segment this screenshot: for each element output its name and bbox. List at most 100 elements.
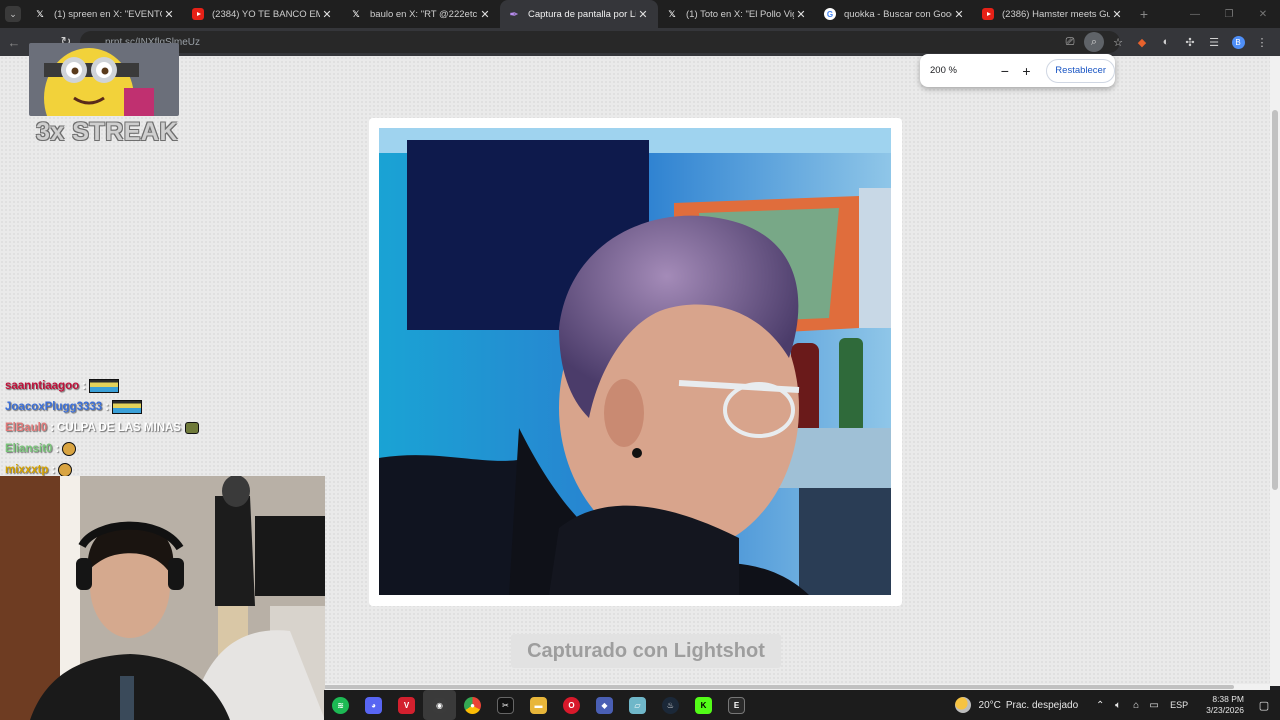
- taskbar-app-11[interactable]: K: [687, 690, 720, 720]
- minion-cartoon-image: [29, 43, 179, 116]
- steam-icon: ♨: [662, 696, 679, 714]
- taskbar-app-10[interactable]: ♨: [654, 690, 687, 720]
- notes-icon: ▱: [629, 696, 646, 714]
- stream-chat: saanntiaagoo : JoacoxPlugg3333 : ElBaul0…: [5, 375, 305, 480]
- speaker-icon[interactable]: 🔈︎: [1110, 700, 1126, 711]
- close-icon[interactable]: ✕: [952, 8, 966, 21]
- menu-kebab-icon[interactable]: ⋮: [1252, 32, 1272, 52]
- windows-taskbar: ≋ ◕ V ◉ ● ✂ ▬ O ◆ ▱ ♨ K E 20°C Prac. des…: [324, 690, 1280, 720]
- tab-strip: ⌄ 𝕏 (1) spreen en X: "EVENTO MUN ✕ (2384…: [0, 0, 1280, 28]
- maximize-icon[interactable]: ❐: [1212, 0, 1246, 28]
- chevron-up-icon[interactable]: ⌃: [1092, 700, 1108, 711]
- scrollbar-thumb[interactable]: [1272, 110, 1278, 490]
- tab-search-button[interactable]: ⌄: [0, 0, 26, 28]
- tab-2[interactable]: 𝕏 baulo en X: "RT @222etc: lo q ✕: [342, 0, 500, 28]
- zoom-in-button[interactable]: +: [1017, 61, 1037, 81]
- tab-1[interactable]: (2384) YO TE BANCO EMILIA - Y ✕: [184, 0, 342, 28]
- vertical-scrollbar[interactable]: [1270, 56, 1280, 686]
- profile-initial-icon: B: [1231, 35, 1245, 49]
- close-icon[interactable]: ✕: [1110, 8, 1124, 21]
- close-icon[interactable]: ✕: [794, 8, 808, 21]
- battery-icon[interactable]: ▭: [1146, 700, 1162, 711]
- arrow-left-icon: ←: [7, 34, 21, 50]
- zoom-reset-button[interactable]: Restablecer: [1046, 58, 1115, 83]
- spotify-icon: ≋: [332, 696, 349, 714]
- capcut-icon: ✂: [497, 696, 514, 714]
- epic-games-icon: E: [728, 696, 745, 714]
- weather-temp[interactable]: 20°C: [979, 700, 1001, 711]
- clock-time: 8:38 PM: [1212, 694, 1244, 704]
- obs-icon: ◉: [431, 696, 448, 714]
- taskbar-app-5[interactable]: ✂: [489, 690, 522, 720]
- streak-label: 3x STREAK: [36, 118, 179, 146]
- close-icon[interactable]: ✕: [478, 8, 492, 21]
- bookmark-star-icon[interactable]: ☆: [1108, 32, 1128, 52]
- tab-5[interactable]: G quokka - Buscar con Google ✕: [816, 0, 974, 28]
- clock[interactable]: 8:38 PM 3/23/2026: [1206, 694, 1244, 716]
- zoom-icon[interactable]: ⌕: [1084, 32, 1104, 52]
- taskbar-app-3[interactable]: ◉: [423, 690, 456, 720]
- streamer-facecam: [0, 476, 325, 720]
- taskbar-app-7[interactable]: O: [555, 690, 588, 720]
- chat-message: Eliansit0 :: [5, 438, 305, 459]
- extension-fox-icon[interactable]: ◆: [1132, 32, 1152, 52]
- taskbar-app-2[interactable]: V: [390, 690, 423, 720]
- clock-date: 3/23/2026: [1206, 705, 1244, 715]
- tab-0[interactable]: 𝕏 (1) spreen en X: "EVENTO MUN ✕: [26, 0, 184, 28]
- chat-separator: :: [55, 442, 60, 455]
- face-emote-icon: [58, 462, 73, 477]
- screenshot-image[interactable]: [379, 128, 891, 595]
- extension-icon[interactable]: ◐: [1156, 32, 1176, 52]
- taskbar-app-6[interactable]: ▬: [522, 690, 555, 720]
- profile-avatar[interactable]: B: [1228, 32, 1248, 52]
- sunglasses-emote-icon: [184, 421, 199, 434]
- close-icon[interactable]: ✕: [162, 8, 176, 21]
- tab-3-active[interactable]: ✒ Captura de pantalla por Lightsh ✕: [500, 0, 658, 28]
- scrollbar-thumb[interactable]: [324, 685, 1234, 689]
- youtube-icon: [982, 8, 994, 20]
- taskbar-app-1[interactable]: ◕: [357, 690, 390, 720]
- chat-message: ElBaul0 : CULPA DE LAS MINAS: [5, 417, 305, 438]
- minimize-icon[interactable]: —: [1178, 0, 1212, 28]
- media-queue-icon[interactable]: ☰: [1204, 32, 1224, 52]
- chat-username: mixxxtp: [5, 463, 49, 476]
- close-icon[interactable]: ✕: [636, 8, 650, 21]
- taskbar-app-12[interactable]: E: [720, 690, 753, 720]
- taskbar-app-4[interactable]: ●: [456, 690, 489, 720]
- webcam-frame-image: [379, 128, 891, 595]
- tab-title: (1) Toto en X: "El Pollo Vignolo: [686, 8, 794, 20]
- tab-4[interactable]: 𝕏 (1) Toto en X: "El Pollo Vignolo ✕: [658, 0, 816, 28]
- discord-icon: ◕: [365, 696, 382, 714]
- address-bar[interactable]: prnt.sc/INXflgSlmeUz: [80, 31, 1120, 53]
- x-logo-icon: 𝕏: [36, 8, 44, 19]
- close-window-icon[interactable]: ✕: [1246, 0, 1280, 28]
- install-app-icon[interactable]: ⎚: [1060, 32, 1080, 52]
- close-icon[interactable]: ✕: [320, 8, 334, 21]
- toolbar-actions: ⎚ ⌕ ☆ ◆ ◐ ✣ ☰ B ⋮: [1060, 28, 1272, 56]
- chat-separator: :: [105, 400, 109, 413]
- taskbar-app-9[interactable]: ▱: [621, 690, 654, 720]
- weather-desc[interactable]: Prac. despejado: [1006, 700, 1078, 711]
- google-icon: G: [824, 8, 836, 20]
- chat-separator: :: [51, 463, 56, 476]
- puzzle-extensions-icon[interactable]: ✣: [1180, 32, 1200, 52]
- notification-icon[interactable]: ▢: [1254, 699, 1274, 712]
- back-button[interactable]: ←: [2, 30, 26, 54]
- lightshot-caption: Capturado con Lightshot: [511, 634, 781, 668]
- taskbar-app-8[interactable]: ◆: [588, 690, 621, 720]
- tab-6[interactable]: (2386) Hamster meets Guinea P ✕: [974, 0, 1132, 28]
- chat-separator: :: [50, 421, 55, 434]
- zoom-popup: 200 % − + Restablecer: [920, 54, 1115, 87]
- new-tab-button[interactable]: +: [1132, 6, 1156, 22]
- network-icon[interactable]: ⌂: [1128, 700, 1144, 711]
- taskbar-app-0[interactable]: ≋: [324, 690, 357, 720]
- streak-video-overlay: [29, 43, 179, 116]
- screenshot-frame: [369, 118, 902, 606]
- browser-toolbar: ← → ↻ prnt.sc/INXflgSlmeUz ⎚ ⌕ ☆ ◆ ◐ ✣ ☰…: [0, 28, 1280, 56]
- weather-sun-icon[interactable]: [954, 697, 971, 713]
- zoom-out-button[interactable]: −: [995, 61, 1015, 81]
- language-indicator[interactable]: ESP: [1170, 700, 1188, 710]
- x-logo-icon: 𝕏: [668, 8, 676, 19]
- window-controls: — ❐ ✕: [1178, 0, 1280, 28]
- caption-text: Capturado con Lightshot: [527, 639, 765, 662]
